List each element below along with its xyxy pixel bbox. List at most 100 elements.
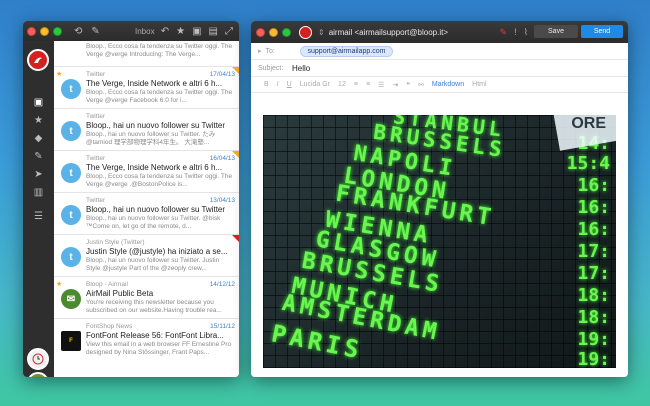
window-controls (256, 27, 291, 37)
menu-icon[interactable]: ☰ (34, 211, 43, 222)
account-avatar[interactable] (27, 49, 49, 71)
inbox-tray-icon[interactable]: ▣ (34, 97, 43, 108)
board-time: 17: (577, 263, 610, 284)
font-select[interactable]: Lucida Gr (300, 81, 330, 88)
board-time: 19: (577, 329, 610, 350)
zoom-button[interactable] (282, 27, 291, 37)
attachment-icon[interactable]: ⌇ (524, 27, 528, 38)
expand-icon[interactable]: ⤢ (225, 26, 233, 37)
minimize-button[interactable] (40, 26, 49, 36)
close-button[interactable] (27, 26, 36, 36)
account-avatar (299, 25, 312, 39)
sidebar: ▣ ★ ◆ ✎ ➤ ▥ ☰ (23, 41, 54, 377)
list-item[interactable]: ★ t Twitter 17/04/13 The Verge, Inside N… (54, 67, 239, 109)
message-body[interactable]: STANBUL BRUSSELS NAPOLI LONDON FRANKFURT… (251, 115, 628, 377)
subject-label: Subject: (258, 64, 284, 72)
board-time: 18: (577, 285, 610, 306)
compose-icon[interactable]: ✎ (91, 26, 99, 37)
twitter-icon: t (61, 121, 81, 141)
zoom-button[interactable] (53, 26, 62, 36)
important-icon[interactable]: ! (514, 27, 517, 38)
chevron-updown-icon: ⇕ (318, 27, 325, 37)
message-sender: FontShop News (86, 323, 133, 330)
board-time: 16: (577, 175, 610, 196)
message-subject: Bloop., hai un nuovo follower su Twitter (86, 121, 226, 130)
html-toggle[interactable]: Html (472, 81, 486, 88)
board-time: 17: (577, 241, 610, 262)
close-button[interactable] (256, 27, 265, 37)
subject-input[interactable]: Hello (292, 64, 310, 73)
quote-icon[interactable]: ❝ (406, 81, 410, 89)
italic-button[interactable]: I (277, 81, 279, 88)
flag-icon (232, 151, 239, 158)
font-size-select[interactable]: 12 (338, 81, 346, 88)
board-time: 16: (577, 197, 610, 218)
twitter-icon: t (61, 163, 81, 183)
list-item[interactable]: F FontShop News 15/11/12 FontFont Releas… (54, 319, 239, 361)
list-item[interactable]: t Twitter 16/04/13 The Verge, Inside Net… (54, 151, 239, 193)
align-left-icon[interactable]: ≡ (354, 81, 358, 88)
inbox-titlebar: ⟲ ✎ Inbox ↶ ★ ▣ ▤ ⤢ (23, 21, 239, 41)
fontshop-logo-icon: F (61, 331, 81, 351)
markdown-toggle[interactable]: Markdown (432, 81, 464, 88)
trash-icon[interactable]: ▥ (34, 187, 43, 198)
message-preview: Bloop., Ecco cosa fa tendenza su Twitter… (86, 43, 233, 58)
list-item[interactable]: t Twitter Bloop., hai un nuovo follower … (54, 109, 239, 151)
message-subject: The Verge, Inside Network e altri 6 h... (86, 79, 223, 88)
message-subject: FontFont Release 56: FontFont Libra... (86, 331, 224, 340)
board-time: 19: (577, 349, 610, 368)
message-subject: The Verge, Inside Network e altri 6 h... (86, 163, 223, 172)
star-icon[interactable]: ★ (56, 70, 62, 78)
message-preview: Bloop., hai un nuovo follower su Twitter… (86, 215, 221, 230)
tag-icon[interactable]: ◆ (35, 133, 43, 144)
secondary-account-avatar[interactable] (27, 372, 49, 377)
clock-avatar[interactable] (27, 348, 49, 370)
align-center-icon[interactable]: ≡ (366, 81, 370, 88)
message-preview: Bloop., hai un nuovo follower su Twitter… (86, 257, 220, 272)
archive-icon[interactable]: ▣ (192, 26, 201, 37)
flag-icon (232, 67, 239, 74)
message-preview: View this email in a web browser FF Erne… (86, 341, 232, 356)
window-controls (27, 26, 62, 36)
send-button[interactable]: Send (581, 25, 623, 38)
star-icon[interactable]: ★ (56, 280, 62, 288)
message-subject: Bloop., hai un nuovo follower su Twitter (86, 205, 226, 214)
message-sender: Twitter (86, 71, 106, 78)
list-item[interactable]: t Twitter 13/04/13 Bloop., hai un nuovo … (54, 193, 239, 235)
list-icon[interactable]: ☰ (378, 81, 384, 89)
message-date: 15/11/12 (210, 323, 235, 330)
underline-button[interactable]: U (287, 81, 292, 88)
bold-button[interactable]: B (264, 81, 269, 88)
minimize-button[interactable] (269, 27, 278, 37)
recipient-chip[interactable]: support@airmailapp.com (299, 45, 394, 57)
to-field[interactable]: ▸ To: support@airmailapp.com (251, 43, 628, 60)
subject-field[interactable]: Subject: Hello (251, 60, 628, 77)
twitter-icon: t (61, 205, 81, 225)
message-sender: Twitter (86, 197, 106, 204)
save-button[interactable]: Save (534, 25, 578, 38)
link-icon[interactable]: ⚯ (418, 81, 424, 89)
list-item[interactable]: ★ ✉ Bloop - Airmail 14/12/12 AirMail Pub… (54, 277, 239, 319)
pencil-icon[interactable]: ✎ (500, 27, 508, 38)
flag-icon (232, 235, 239, 242)
sent-icon[interactable]: ➤ (34, 169, 42, 180)
message-sender: Twitter (86, 155, 106, 162)
edit-icon[interactable]: ✎ (34, 151, 42, 162)
to-label: To: (265, 47, 275, 55)
list-item[interactable]: Bloop., Ecco cosa fa tendenza su Twitter… (54, 41, 239, 67)
star-icon[interactable]: ★ (176, 26, 185, 37)
message-subject: AirMail Public Beta (86, 289, 154, 298)
reply-icon[interactable]: ↶ (161, 26, 169, 37)
refresh-icon[interactable]: ⟲ (74, 26, 82, 37)
list-item[interactable]: t Justin Style (Twitter) Justin Style (@… (54, 235, 239, 277)
board-time: 16: (577, 219, 610, 240)
message-preview: Bloop., hai un nuovo follower su Twitter… (86, 131, 216, 146)
message-date: 14/12/12 (209, 281, 235, 288)
disclosure-icon[interactable]: ▸ (258, 47, 262, 55)
message-list: Bloop., Ecco cosa fa tendenza su Twitter… (54, 41, 239, 377)
trash-icon[interactable]: ▤ (209, 26, 218, 37)
airmail-logo-icon (34, 57, 42, 63)
starred-icon[interactable]: ★ (34, 115, 43, 126)
indent-icon[interactable]: ⇥ (392, 81, 398, 89)
account-selector[interactable]: ⇕ airmail <airmailsupport@bloop.it> (318, 28, 448, 37)
